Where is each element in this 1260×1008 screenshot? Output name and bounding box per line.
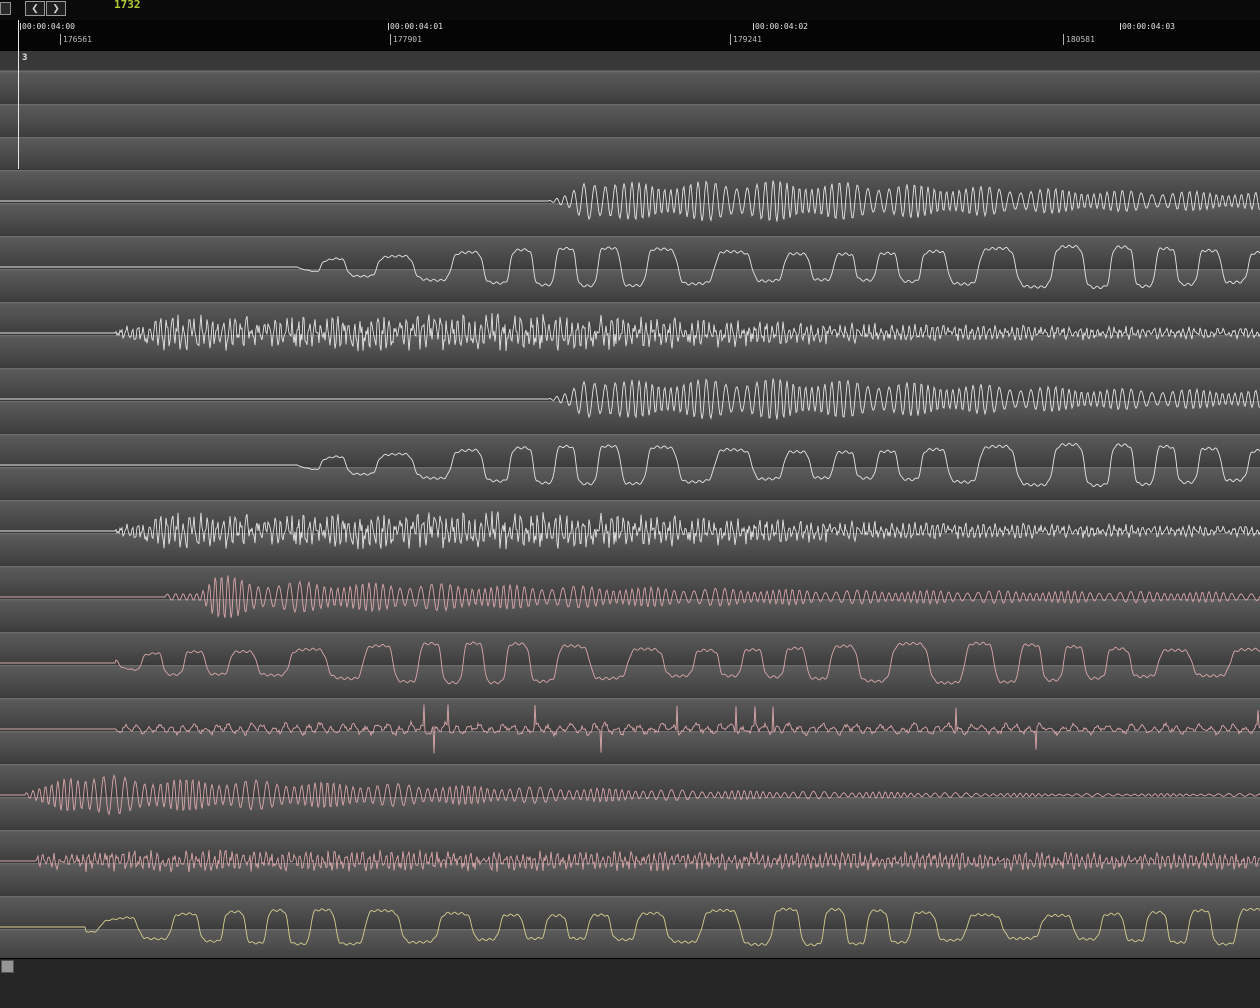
timecode-label: 00:00:04:03 xyxy=(1122,22,1175,31)
waveform-track-1[interactable] xyxy=(0,181,1260,222)
chevron-left-icon[interactable]: ❮ xyxy=(25,1,45,16)
audio-editor-window: ❮ ❯ 1732 00:00:04:00 176561 00:00:04:01 177… xyxy=(0,0,1260,1008)
waveform-track-11[interactable] xyxy=(0,850,1260,872)
corner-button[interactable] xyxy=(0,2,11,15)
waveform-track-12[interactable] xyxy=(0,908,1260,946)
timecode-tick xyxy=(20,23,21,30)
sample-label: 180581 xyxy=(1066,35,1095,44)
timecode-label: 00:00:04:01 xyxy=(390,22,443,31)
frame-counter: 1732 xyxy=(114,0,141,10)
waveform-track-6[interactable] xyxy=(0,511,1260,549)
sample-label: 176561 xyxy=(63,35,92,44)
sample-tick xyxy=(390,34,391,45)
waveform-canvas xyxy=(0,71,1260,958)
marker-strip: 3 xyxy=(0,51,1260,71)
timeline-ruler[interactable]: 00:00:04:00 176561 00:00:04:01 177901 00:00:… xyxy=(0,20,1260,51)
waveform-track-8[interactable] xyxy=(0,642,1260,684)
waveform-track-5[interactable] xyxy=(0,443,1260,486)
waveform-track-4[interactable] xyxy=(0,379,1260,420)
bottom-bar xyxy=(0,958,1260,1008)
waveform-track-10[interactable] xyxy=(0,775,1260,814)
sample-tick xyxy=(730,34,731,45)
timecode-tick xyxy=(753,23,754,30)
timecode-tick xyxy=(388,23,389,30)
waveform-track-3[interactable] xyxy=(0,313,1260,351)
playhead-cursor[interactable] xyxy=(18,20,19,169)
timecode-label: 00:00:04:02 xyxy=(755,22,808,31)
sample-tick xyxy=(60,34,61,45)
sample-label: 179241 xyxy=(733,35,762,44)
sample-tick xyxy=(1063,34,1064,45)
timecode-label: 00:00:04:00 xyxy=(22,22,75,31)
scroll-corner-button[interactable] xyxy=(1,960,14,973)
waveform-track-7[interactable] xyxy=(0,575,1260,618)
timecode-tick xyxy=(1120,23,1121,30)
sample-label: 177901 xyxy=(393,35,422,44)
track-lanes xyxy=(0,71,1260,958)
waveform-track-9[interactable] xyxy=(0,705,1260,754)
marker-number: 3 xyxy=(22,53,27,63)
chevron-right-icon[interactable]: ❯ xyxy=(46,1,66,16)
waveform-track-2[interactable] xyxy=(0,245,1260,288)
top-toolbar: ❮ ❯ 1732 xyxy=(0,0,1260,20)
